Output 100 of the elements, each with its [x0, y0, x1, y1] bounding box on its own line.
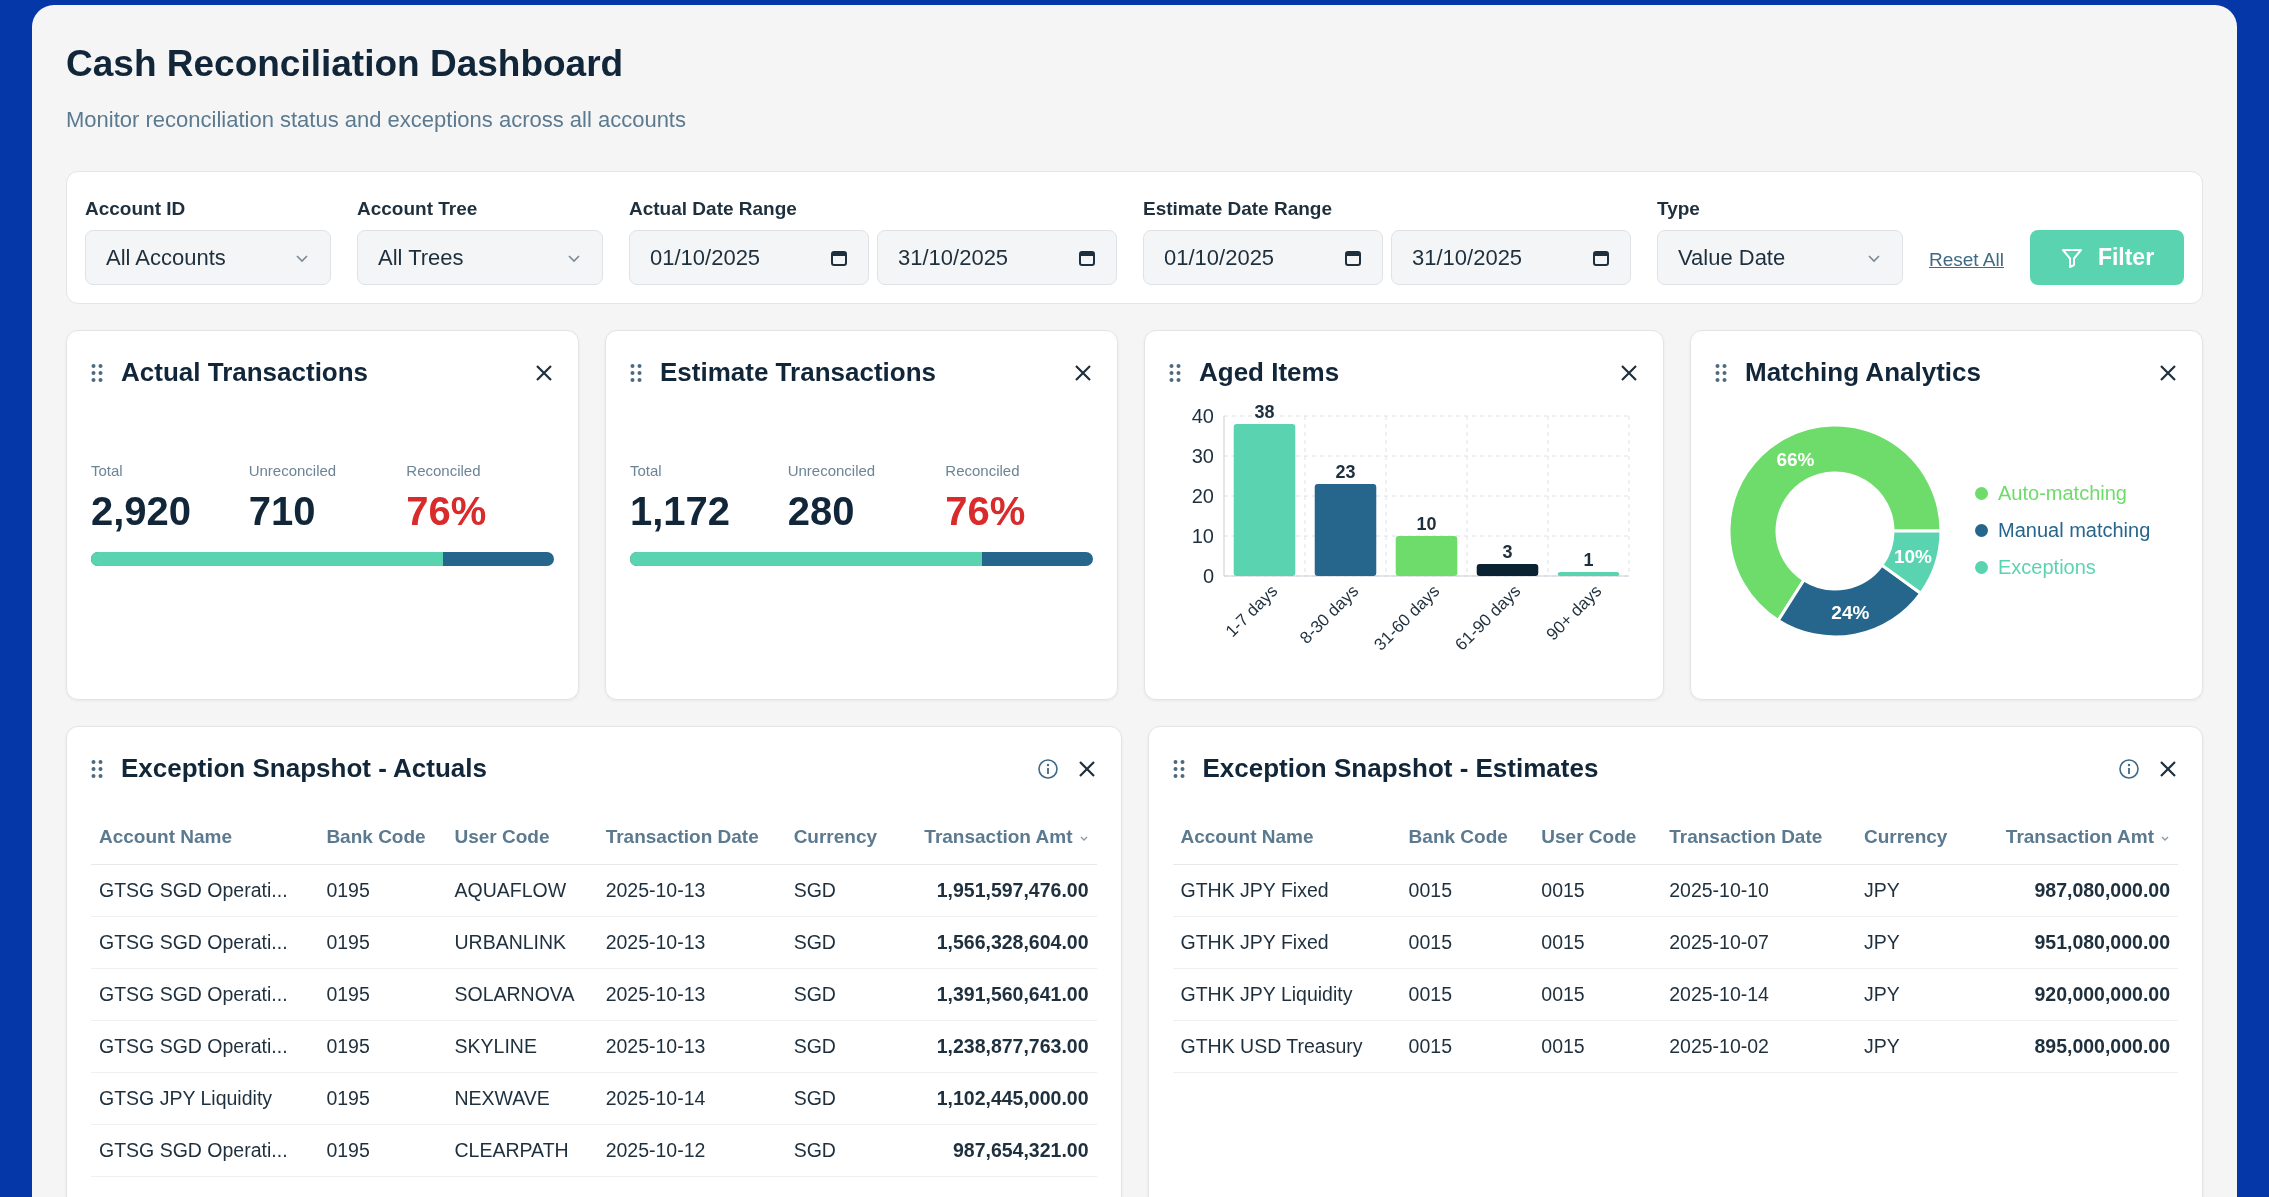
table-cell: GTHK JPY Fixed	[1172, 864, 1401, 917]
filter-label: Account ID	[85, 198, 187, 220]
date-field[interactable]: 31/10/2025	[877, 230, 1117, 285]
data-label: 23	[1335, 462, 1356, 482]
close-button[interactable]	[534, 362, 554, 383]
bar	[1395, 536, 1458, 576]
column-header[interactable]: User Code	[446, 812, 598, 865]
column-header[interactable]: Bank Code	[318, 812, 447, 865]
column-header[interactable]: Transaction Date	[1661, 812, 1856, 865]
column-header[interactable]: Transaction Date	[597, 812, 786, 865]
column-header[interactable]: Bank Code	[1400, 812, 1534, 865]
close-button[interactable]	[1076, 758, 1097, 779]
close-button[interactable]	[1619, 362, 1639, 383]
select-field[interactable]: All Accounts	[85, 230, 331, 285]
card-title: Actual Transactions	[121, 357, 370, 388]
column-header[interactable]: Transaction Amt	[896, 812, 1097, 865]
table-cell: JPY	[1855, 1020, 1971, 1073]
calendar-icon[interactable]	[1592, 248, 1610, 267]
drag-handle-icon[interactable]	[630, 362, 642, 383]
table-cell: GTHK JPY Fixed	[1172, 916, 1401, 969]
table-cell: 2025-10-07	[1661, 916, 1856, 969]
table-cell: 0015	[1400, 916, 1534, 969]
data-label: 10	[1416, 514, 1437, 534]
card-title: Matching Analytics	[1745, 357, 1982, 388]
table-cell: GTSG SGD Operati...	[91, 968, 319, 1021]
table-cell: GTSG SGD Operati...	[91, 864, 319, 917]
info-icon[interactable]	[2118, 757, 2140, 780]
table-cell: 1,102,445,000.00	[896, 1072, 1097, 1125]
table-cell: 0195	[318, 1072, 447, 1125]
info-icon[interactable]	[1036, 757, 1059, 780]
table-cell: JPY	[1855, 968, 1971, 1021]
legend-label: Auto-matching	[1998, 482, 2127, 505]
page-title: Cash Reconciliation Dashboard	[66, 43, 625, 85]
column-header[interactable]: Currency	[1855, 812, 1971, 865]
drag-handle-icon[interactable]	[1172, 758, 1185, 779]
table-cell: 2025-10-13	[597, 1020, 786, 1073]
stat-value: 76%	[406, 489, 488, 534]
table-cell: 2025-10-14	[597, 1072, 786, 1125]
legend-label: Exceptions	[1998, 556, 2096, 579]
table-cell: 1,238,877,763.00	[896, 1020, 1097, 1073]
select-field[interactable]: All Trees	[357, 230, 603, 285]
stat-label: Reconciled	[945, 462, 1021, 479]
table-cell: 2025-10-13	[597, 916, 786, 969]
column-header[interactable]: Account Name	[1172, 812, 1401, 865]
close-button[interactable]	[2158, 758, 2178, 779]
table-cell: GTHK JPY Liquidity	[1172, 968, 1401, 1021]
table-cell: 2025-10-02	[1661, 1020, 1856, 1073]
drag-handle-icon[interactable]	[1169, 362, 1181, 383]
filter-label: Estimate Date Range	[1143, 198, 1333, 220]
stat-label: Unreconciled	[787, 462, 877, 479]
card-title: Aged Items	[1199, 357, 1341, 388]
data-label: 1	[1583, 550, 1594, 570]
column-header[interactable]: Currency	[785, 812, 897, 865]
table-cell: SGD	[785, 968, 897, 1021]
stat-value: 76%	[945, 489, 1027, 534]
calendar-icon[interactable]	[1078, 248, 1096, 267]
slice-label: 24%	[1831, 601, 1870, 623]
table-cell: 2025-10-10	[1661, 864, 1856, 917]
axis-tick-label: 20	[1191, 485, 1214, 507]
table-cell: 987,080,000.00	[1970, 864, 2178, 917]
axis-tick-label: 30	[1191, 445, 1214, 467]
drag-handle-icon[interactable]	[1715, 362, 1727, 383]
table-cell: 951,080,000.00	[1970, 916, 2178, 969]
column-header[interactable]: User Code	[1533, 812, 1662, 865]
table-cell: SKYLINE	[446, 1020, 598, 1073]
filter-label: Account Tree	[357, 198, 479, 220]
axis-tick-label: 0	[1202, 565, 1214, 587]
stat-value: 1,172	[630, 489, 732, 534]
table-cell: 1,566,328,604.00	[896, 916, 1097, 969]
table-cell: SGD	[785, 1020, 897, 1073]
column-header[interactable]: Account Name	[91, 812, 319, 865]
calendar-icon[interactable]	[1344, 248, 1362, 267]
stat-label: Unreconciled	[248, 462, 338, 479]
axis-tick-label: 40	[1191, 405, 1214, 427]
stat-value: 710	[248, 489, 317, 534]
table-cell: 2025-10-14	[1661, 968, 1856, 1021]
column-header[interactable]: Transaction Amt	[1970, 812, 2178, 865]
slice-label: 10%	[1893, 545, 1932, 567]
date-field[interactable]: 31/10/2025	[1391, 230, 1631, 285]
date-field[interactable]: 01/10/2025	[629, 230, 869, 285]
table-cell: GTSG SGD Operati...	[91, 1124, 319, 1177]
axis-tick-label: 10	[1191, 525, 1214, 547]
data-label: 38	[1254, 402, 1275, 422]
table-cell: 1,391,560,641.00	[896, 968, 1097, 1021]
reset-link[interactable]: Reset All	[1929, 248, 2004, 271]
close-button[interactable]	[1073, 362, 1093, 383]
date-field[interactable]: 01/10/2025	[1143, 230, 1383, 285]
drag-handle-icon[interactable]	[91, 362, 103, 383]
select-field[interactable]: Value Date	[1657, 230, 1903, 285]
legend-dot	[1975, 524, 1988, 537]
card-title: Exception Snapshot - Estimates	[1202, 753, 1600, 784]
close-button[interactable]	[2158, 362, 2178, 383]
table-cell: URBANLINK	[446, 916, 598, 969]
table-cell: SGD	[785, 864, 897, 917]
drag-handle-icon[interactable]	[91, 758, 103, 779]
legend-dot	[1975, 561, 1988, 574]
table-cell: 0195	[318, 968, 447, 1021]
calendar-icon[interactable]	[830, 248, 848, 267]
table-cell: SGD	[785, 1124, 897, 1177]
filter-label: Actual Date Range	[629, 198, 798, 220]
